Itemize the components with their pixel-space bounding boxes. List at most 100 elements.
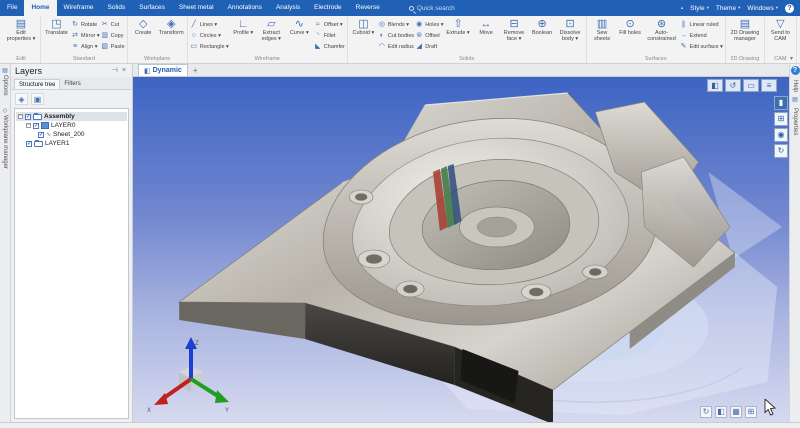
- new-tab-button[interactable]: +: [193, 65, 198, 76]
- ribbon-collapse-icon[interactable]: ▾: [790, 55, 793, 62]
- menu-tab-home[interactable]: Home: [24, 0, 56, 16]
- help-dock-icon[interactable]: ?: [791, 66, 800, 75]
- edit-radius-button[interactable]: ◠Edit radius: [378, 41, 414, 52]
- extrude-button[interactable]: ⇧ Extrude ▾: [445, 17, 472, 36]
- transform-workplane-button[interactable]: ◈ Transform: [158, 17, 185, 36]
- quick-search[interactable]: Quick search: [409, 0, 455, 16]
- document-tab-dynamic[interactable]: ◧ Dynamic: [138, 64, 188, 76]
- grid-view-icon[interactable]: ⊞: [774, 112, 788, 126]
- offset-solid-icon: ⊚: [415, 32, 423, 40]
- tree-row-layer1[interactable]: ✓ LAYER1: [24, 139, 127, 148]
- assembly-checkbox[interactable]: ✓: [25, 114, 31, 120]
- tree-row-assembly[interactable]: − ✓ Assembly: [16, 112, 127, 121]
- menu-tab-reverse[interactable]: Reverse: [349, 0, 387, 16]
- lines-button[interactable]: ╱Lines ▾: [190, 19, 229, 30]
- align-button[interactable]: ≡Align ▾: [71, 41, 100, 52]
- close-icon[interactable]: ×: [120, 67, 128, 75]
- window-icon[interactable]: ▭: [743, 79, 759, 92]
- menu-tab-solids[interactable]: Solids: [101, 0, 133, 16]
- linear-ruled-label: Linear ruled: [690, 22, 719, 28]
- shaded-mode-icon[interactable]: ◧: [715, 406, 727, 418]
- profile-button[interactable]: ∟ Profile ▾: [230, 17, 257, 36]
- menu-tab-annotations[interactable]: Annotations: [221, 0, 269, 16]
- menu-tab-sheet-metal[interactable]: Sheet metal: [172, 0, 221, 16]
- holes-button[interactable]: ◉Holes ▾: [415, 19, 443, 30]
- display-mode-toolbar: ↻ ◧ ▦ ⊞: [700, 406, 757, 418]
- pin-icon[interactable]: ⊣: [110, 67, 120, 75]
- draft-button[interactable]: ◢Draft: [415, 41, 443, 52]
- paste-button[interactable]: ▧Paste: [101, 41, 125, 52]
- circles-button[interactable]: ○Circles ▾: [190, 30, 229, 41]
- layer1-checkbox[interactable]: ✓: [26, 141, 32, 147]
- offset-solid-button[interactable]: ⊚Offset: [415, 30, 443, 41]
- help-icon[interactable]: ?: [785, 4, 794, 13]
- 2d-drawing-manager-button[interactable]: ▤ 2D Drawing manager: [728, 17, 762, 43]
- extend-button[interactable]: →Extend: [680, 30, 723, 41]
- save-layers-icon[interactable]: ▣: [31, 93, 44, 105]
- visual-manager-icon[interactable]: ▮: [774, 96, 788, 110]
- layer0-checkbox[interactable]: ✓: [33, 123, 39, 129]
- spin-view-icon[interactable]: ↻: [700, 406, 712, 418]
- move-button[interactable]: ↔ Move: [473, 17, 500, 36]
- mirror-button[interactable]: ⇄Mirror ▾: [71, 30, 100, 41]
- boolean-icon: ⊕: [537, 18, 546, 30]
- cut-bodies-button[interactable]: ◐Cut bodies: [378, 30, 414, 41]
- fillet-button[interactable]: ◝Fillet: [314, 30, 345, 41]
- lines-label: Lines ▾: [200, 22, 217, 28]
- edit-properties-button[interactable]: ▤ Edit properties ▾: [4, 17, 38, 43]
- tree-row-sheet-200[interactable]: ✓ ∿ Sheet_200: [36, 130, 127, 139]
- tab-structure-tree[interactable]: Structure tree: [14, 79, 60, 89]
- workplane-manager-dock-tab[interactable]: ◇ Workplane manager: [2, 108, 8, 169]
- group-label-edit: Edit: [4, 56, 38, 63]
- viewport[interactable]: X Y Z ◧ ↺ ▭ ≡ ▮ ⊞ ◉ ↻: [133, 77, 789, 422]
- style-menu[interactable]: Style▾: [690, 5, 709, 12]
- translate-button[interactable]: ◳ Translate: [43, 17, 70, 36]
- boolean-button[interactable]: ⊕ Boolean: [529, 17, 556, 36]
- rectangle-button[interactable]: ▭Rectangle ▾: [190, 41, 229, 52]
- rotate-view-icon[interactable]: ↻: [774, 144, 788, 158]
- view-cube-icon[interactable]: ◧: [707, 79, 723, 92]
- auto-constrained-label: Auto-constrained: [645, 30, 679, 43]
- collapse-expander-icon[interactable]: −: [26, 123, 31, 128]
- blends-button[interactable]: ◎Blends ▾: [378, 19, 414, 30]
- menu-tab-file[interactable]: File: [0, 0, 24, 16]
- sheet-checkbox[interactable]: ✓: [38, 132, 44, 138]
- dissolve-body-button[interactable]: ⊡ Dissolve body ▾: [557, 17, 584, 43]
- collapse-expander-icon[interactable]: −: [18, 114, 23, 119]
- curve-button[interactable]: ∿ Curve ▾: [286, 17, 313, 36]
- extract-edges-button[interactable]: ▱ Extract edges ▾: [258, 17, 285, 43]
- eye-view-icon[interactable]: ◉: [774, 128, 788, 142]
- linear-ruled-button[interactable]: ∥Linear ruled: [680, 19, 723, 30]
- orbit-icon[interactable]: ↺: [725, 79, 741, 92]
- cuboid-button[interactable]: ◫ Cuboid ▾: [350, 17, 377, 36]
- tab-filters[interactable]: Filters: [60, 79, 84, 89]
- cut-button[interactable]: ✂Cut: [101, 19, 125, 30]
- remove-face-button[interactable]: ⊟ Remove face ▾: [501, 17, 528, 43]
- auto-constrained-button[interactable]: ⊛ Auto-constrained: [645, 17, 679, 43]
- menu-tab-wireframe[interactable]: Wireframe: [57, 0, 101, 16]
- offset-wireframe-button[interactable]: ≈Offset ▾: [314, 19, 345, 30]
- theme-menu[interactable]: Theme▾: [716, 5, 741, 12]
- sew-sheets-button[interactable]: ▥ Sew sheets: [589, 17, 616, 43]
- wireframe-mode-icon[interactable]: ▦: [730, 406, 742, 418]
- layer-states-icon[interactable]: ◈: [15, 93, 28, 105]
- quad-view-icon[interactable]: ⊞: [745, 406, 757, 418]
- windows-menu[interactable]: Windows▾: [747, 5, 778, 12]
- menu-tab-electrode[interactable]: Electrode: [307, 0, 348, 16]
- help-dock-label[interactable]: Help: [792, 80, 798, 92]
- document-tab-bar: ◧ Dynamic +: [133, 64, 789, 77]
- properties-dock-label[interactable]: Properties: [792, 108, 798, 135]
- options-dock-tab[interactable]: ▤ Options: [2, 68, 8, 96]
- fill-holes-button[interactable]: ⊙ Fill holes: [617, 17, 644, 36]
- rotate-button[interactable]: ↻Rotate: [71, 19, 100, 30]
- send-to-cam-button[interactable]: ▽ Send to CAM: [767, 17, 794, 43]
- tree-row-layer0[interactable]: − ✓ LAYER0: [24, 121, 127, 130]
- menu-tab-surfaces[interactable]: Surfaces: [132, 0, 172, 16]
- copy-button[interactable]: ▥Copy: [101, 30, 125, 41]
- create-workplane-button[interactable]: ◇ Create: [130, 17, 157, 36]
- collapse-ribbon-icon[interactable]: ▴: [681, 5, 683, 11]
- menu-tab-analysis[interactable]: Analysis: [269, 0, 307, 16]
- edit-surface-button[interactable]: ✎Edit surface ▾: [680, 41, 723, 52]
- menu-icon[interactable]: ≡: [761, 79, 777, 92]
- chamfer-button[interactable]: ◣Chamfer: [314, 41, 345, 52]
